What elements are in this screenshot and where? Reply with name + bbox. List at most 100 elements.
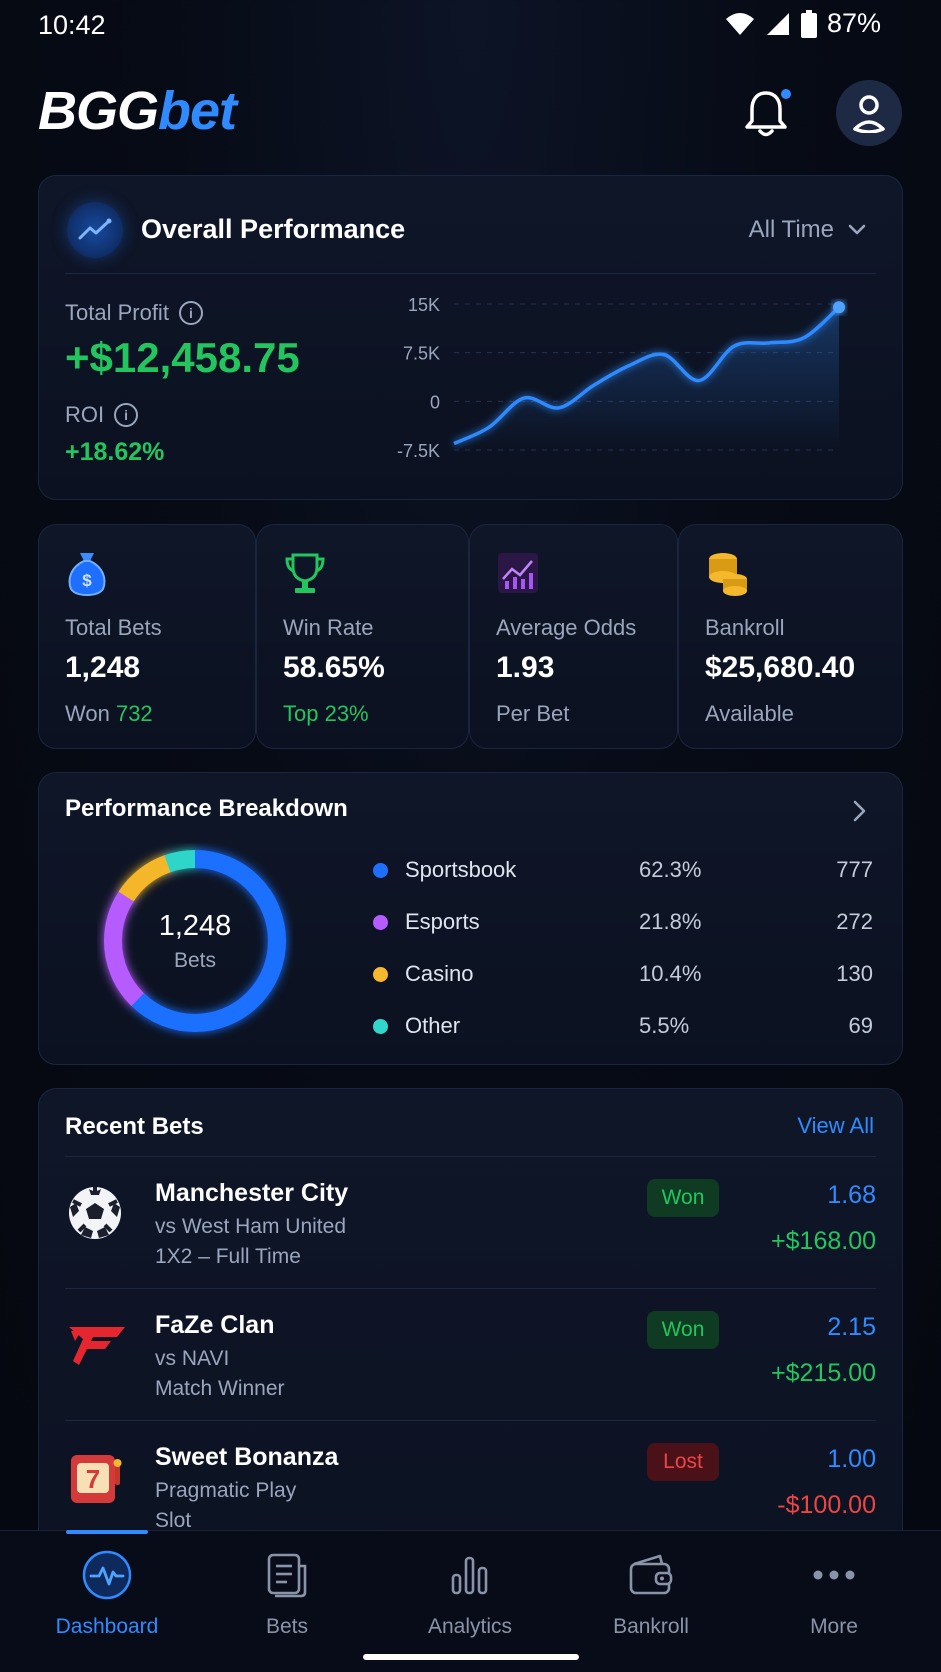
bell-icon [745, 89, 791, 137]
stat-card-win-rate: Win Rate 58.65% Top 23% [256, 524, 469, 749]
view-all-link[interactable]: View All [797, 1113, 874, 1139]
svg-text:$: $ [82, 571, 92, 590]
soccer-ball-icon [67, 1185, 123, 1241]
donut-center-label: Bets [173, 948, 217, 972]
stat-card-total-bets: $ Total Bets 1,248 Won 732 [38, 524, 256, 749]
stat-value: 1.93 [496, 651, 555, 684]
nav-label: Dashboard [55, 1615, 159, 1638]
user-icon [853, 95, 885, 133]
info-icon[interactable]: i [114, 403, 139, 427]
battery-icon [800, 9, 817, 38]
nav-more[interactable]: More [754, 1549, 914, 1659]
status-badge: Won [647, 1179, 719, 1217]
app-logo: BGGbet [38, 80, 237, 142]
donut-center: 1,248 Bets [97, 843, 293, 1039]
bet-row-faze-clan[interactable]: FaZe Clan vs NAVI Match Winner Won 2.15 … [39, 1289, 904, 1419]
legend-percent: 5.5% [639, 1013, 690, 1038]
chart-y-tick-label: -7.5K [397, 441, 440, 461]
stat-sub-highlight: Top 23% [283, 701, 369, 726]
chart-y-tick-label: 7.5K [403, 344, 440, 364]
donut-center-value: 1,248 [158, 909, 232, 942]
stat-label: Bankroll [705, 615, 785, 640]
chart-y-tick-label: 15K [408, 295, 440, 315]
bet-slip-icon [261, 1549, 313, 1601]
stat-label: Win Rate [283, 615, 374, 640]
legend-dot [373, 1019, 388, 1034]
performance-title: Overall Performance [141, 214, 406, 244]
total-profit-value: +$12,458.75 [65, 334, 300, 381]
info-icon[interactable]: i [178, 301, 203, 325]
legend-count: 272 [836, 909, 873, 934]
nav-label: More [810, 1615, 858, 1638]
legend-name: Esports [405, 909, 480, 934]
legend-dot [373, 915, 388, 930]
stat-label: Average Odds [496, 615, 637, 640]
status-badge: Lost [647, 1443, 719, 1481]
status-icons: 87% [725, 8, 881, 39]
chart-y-tick-label: 0 [430, 392, 440, 412]
logo-part-bet: bet [158, 81, 237, 141]
wallet-icon [625, 1549, 677, 1601]
stat-sub-prefix: Per Bet [496, 701, 570, 726]
bet-title: Manchester City [155, 1179, 349, 1207]
legend-name: Sportsbook [405, 857, 517, 882]
more-dots-icon [808, 1549, 860, 1601]
stat-sub-prefix: Available [705, 701, 794, 726]
legend-percent: 21.8% [639, 909, 702, 934]
stat-sub-highlight: 732 [115, 701, 153, 726]
nav-bets[interactable]: Bets [207, 1549, 367, 1659]
stat-value: 58.65% [283, 651, 385, 684]
legend-item-casino: Casino 10.4% 130 [373, 959, 873, 989]
stat-sub: Top 23% [283, 701, 369, 727]
legend-dot [373, 863, 388, 878]
nav-bankroll[interactable]: Bankroll [571, 1549, 731, 1659]
svg-text:7: 7 [86, 1464, 100, 1494]
chart-end-point [833, 301, 845, 314]
activity-icon [81, 1549, 133, 1601]
chevron-right-icon[interactable] [852, 799, 868, 823]
status-time: 10:42 [38, 10, 106, 40]
nav-label: Bets [265, 1615, 309, 1638]
recent-bets-title: Recent Bets [65, 1113, 204, 1140]
stat-value: 1,248 [65, 651, 141, 684]
nav-active-indicator [66, 1530, 148, 1534]
bet-amount: +$168.00 [771, 1227, 876, 1255]
bet-amount: -$100.00 [777, 1491, 876, 1519]
legend-percent: 10.4% [639, 961, 702, 986]
legend-dot [373, 967, 388, 982]
stat-value: $25,680.40 [705, 651, 856, 684]
nav-analytics[interactable]: Analytics [390, 1549, 550, 1659]
logo-part-bgg: BGG [38, 81, 159, 141]
legend-count: 130 [836, 961, 873, 986]
nav-label: Bankroll [613, 1615, 689, 1638]
legend-percent: 62.3% [639, 857, 702, 882]
bet-market: 1X2 – Full Time [155, 1245, 301, 1268]
legend-count: 777 [836, 857, 873, 882]
bottom-navigation: Dashboard Bets Analytics Bankroll More [0, 1530, 941, 1672]
legend-item-other: Other 5.5% 69 [373, 1011, 873, 1041]
trophy-icon [283, 549, 327, 597]
legend-item-sportsbook: Sportsbook 62.3% 777 [373, 855, 873, 885]
bet-title: FaZe Clan [155, 1311, 275, 1339]
notifications-button[interactable] [742, 85, 792, 139]
roi-label: ROI i [65, 402, 139, 428]
stat-sub: Available [705, 701, 794, 727]
bet-provider: Pragmatic Play [155, 1479, 297, 1502]
wifi-icon [725, 12, 754, 35]
time-range-dropdown[interactable]: All Time [749, 216, 866, 244]
nav-label: Analytics [427, 1615, 513, 1638]
home-indicator [363, 1654, 579, 1660]
bet-opponent: vs NAVI [155, 1347, 230, 1370]
total-profit-label-text: Total Profit [65, 300, 169, 325]
stat-sub-prefix: Won [65, 701, 116, 726]
performance-breakdown-card[interactable]: Performance Breakdown 1,248 Bets Sportsb… [38, 772, 903, 1065]
bet-amount: +$215.00 [771, 1359, 876, 1387]
divider [65, 273, 876, 274]
legend-name: Casino [405, 961, 474, 986]
bet-market: Match Winner [155, 1377, 285, 1400]
bet-row-manchester-city[interactable]: Manchester City vs West Ham United 1X2 –… [39, 1157, 904, 1287]
breakdown-title: Performance Breakdown [65, 795, 348, 822]
nav-dashboard[interactable]: Dashboard [27, 1549, 187, 1659]
stat-card-average-odds: Average Odds 1.93 Per Bet [469, 524, 678, 749]
profile-button[interactable] [836, 80, 902, 146]
